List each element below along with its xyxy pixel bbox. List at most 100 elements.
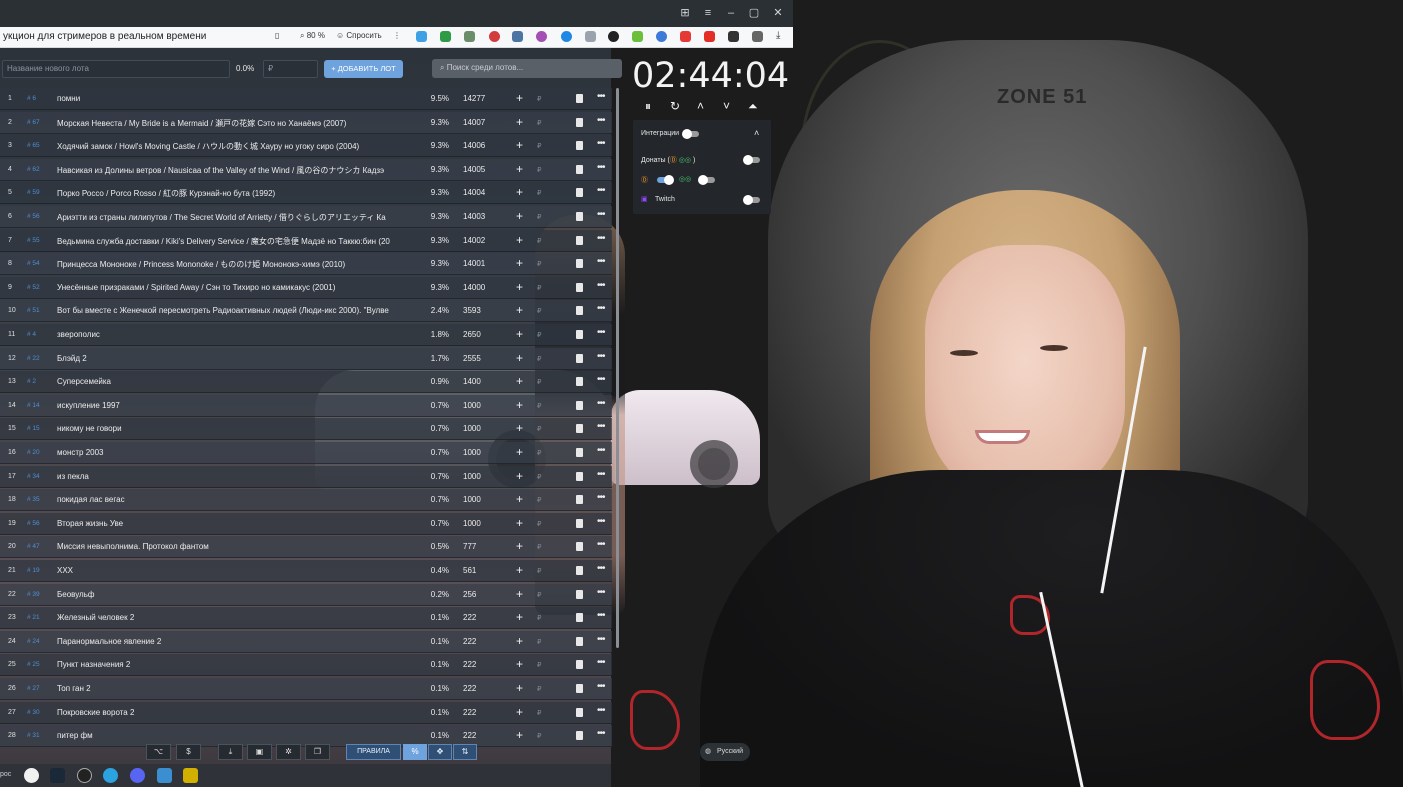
lot-row[interactable]: 5 # 59 Порко Россо / Porco Rosso / 紅の豚 Кур… xyxy=(0,182,612,205)
add-amount-button[interactable]: + xyxy=(516,469,523,483)
delete-icon[interactable] xyxy=(576,731,583,741)
lot-row[interactable]: 18 # 35 покидая лас вегас 0.7% 1000 + ₽ ••• xyxy=(0,489,612,512)
lot-name[interactable]: Ходячий замок / Howl's Moving Castle / ハ… xyxy=(57,141,416,152)
add-amount-button[interactable]: + xyxy=(516,492,523,506)
more-options-button[interactable]: ••• xyxy=(597,563,605,574)
add-amount-button[interactable]: + xyxy=(516,728,523,742)
add-amount-button[interactable]: + xyxy=(516,563,523,577)
extension-icon[interactable] xyxy=(656,31,667,42)
move-view-button[interactable]: ✥ xyxy=(428,744,452,760)
donations-toggle[interactable] xyxy=(743,155,760,165)
delete-icon[interactable] xyxy=(576,377,583,387)
maximize-button[interactable]: ▢ xyxy=(743,4,765,22)
lot-name[interactable]: монстр 2003 xyxy=(57,448,416,457)
extension-icon[interactable] xyxy=(489,31,500,42)
extension-icon[interactable] xyxy=(561,31,572,42)
lot-row[interactable]: 2 # 67 Морская Невеста / My Bride is a Mer… xyxy=(0,111,612,134)
more-options-button[interactable]: ••• xyxy=(597,728,605,739)
more-options-button[interactable]: ••• xyxy=(597,634,605,645)
add-amount-button[interactable]: + xyxy=(516,587,523,601)
lot-amount[interactable]: 1000 xyxy=(463,495,481,504)
obs-icon[interactable] xyxy=(77,768,92,783)
app-icon[interactable] xyxy=(183,768,198,783)
add-amount-button[interactable]: + xyxy=(516,374,523,388)
more-options-button[interactable]: ••• xyxy=(597,610,605,621)
lot-search-input[interactable]: ⌕ Поиск среди лотов... xyxy=(432,59,622,78)
more-options-button[interactable]: ••• xyxy=(597,233,605,244)
add-amount-button[interactable]: + xyxy=(516,91,523,105)
lot-amount[interactable]: 14003 xyxy=(463,212,485,221)
lot-row[interactable]: 8 # 54 Принцесса Мононоке / Princess Monon… xyxy=(0,253,612,276)
lot-row[interactable]: 20 # 47 Миссия невыполнима. Протокол фанто… xyxy=(0,536,612,559)
more-options-button[interactable]: ••• xyxy=(597,374,605,385)
percent-view-button[interactable]: % xyxy=(403,744,427,760)
delete-icon[interactable] xyxy=(576,518,583,528)
download-button[interactable]: ⤓ xyxy=(218,744,243,760)
volume-icon[interactable] xyxy=(585,31,596,42)
lot-amount[interactable]: 222 xyxy=(463,660,476,669)
lot-name[interactable]: Суперсемейка xyxy=(57,377,416,386)
delete-icon[interactable] xyxy=(576,282,583,292)
lot-row[interactable]: 16 # 20 монстр 2003 0.7% 1000 + ₽ ••• xyxy=(0,442,612,464)
add-amount-button[interactable]: + xyxy=(516,280,523,294)
lot-name[interactable]: Навсикая из Долины ветров / Nausicaa of … xyxy=(57,165,416,176)
lot-row[interactable]: 25 # 25 Пункт назначения 2 0.1% 222 + ₽ ••• xyxy=(0,654,612,677)
lot-amount[interactable]: 222 xyxy=(463,708,476,717)
lot-amount[interactable]: 1000 xyxy=(463,448,481,457)
lot-amount[interactable]: 1000 xyxy=(463,424,481,433)
add-amount-button[interactable]: + xyxy=(516,233,523,247)
add-amount-button[interactable]: + xyxy=(516,539,523,553)
extension-icon[interactable] xyxy=(536,31,547,42)
lot-amount[interactable]: 14277 xyxy=(463,94,485,103)
profile-icon[interactable]: ⊞ xyxy=(674,4,696,22)
add-amount-button[interactable]: + xyxy=(516,681,523,695)
lot-name[interactable]: Топ ган 2 xyxy=(57,684,416,693)
lot-name[interactable]: Беовульф xyxy=(57,590,416,599)
delete-icon[interactable] xyxy=(576,306,583,316)
lot-row[interactable]: 15 # 15 никому не говори 0.7% 1000 + ₽ ••• xyxy=(0,418,612,441)
lot-amount[interactable]: 14006 xyxy=(463,141,485,150)
more-options-button[interactable]: ••• xyxy=(597,256,605,267)
more-options-button[interactable]: ••• xyxy=(597,303,605,314)
lot-name[interactable]: Унесённые призраками / Spirited Away / С… xyxy=(57,283,416,292)
donationalerts-toggle[interactable] xyxy=(657,175,674,185)
vk-icon[interactable] xyxy=(512,31,523,42)
menu-icon[interactable]: ≡ xyxy=(697,4,719,22)
add-time-button[interactable]: ˄ xyxy=(697,99,704,113)
delete-icon[interactable] xyxy=(576,259,583,269)
telegram-icon[interactable] xyxy=(103,768,118,783)
lot-row[interactable]: 13 # 2 Суперсемейка 0.9% 1400 + ₽ ••• xyxy=(0,371,612,394)
list-scrollbar[interactable] xyxy=(616,88,619,648)
more-options-button[interactable]: ••• xyxy=(597,445,605,456)
reset-button[interactable]: ↻ xyxy=(670,99,680,113)
lot-amount[interactable]: 1000 xyxy=(463,401,481,410)
lot-name[interactable]: Морская Невеста / My Bride is a Mermaid … xyxy=(57,118,416,129)
add-amount-button[interactable]: + xyxy=(516,705,523,719)
add-amount-button[interactable]: + xyxy=(516,516,523,530)
lot-row[interactable]: 6 # 56 Ариэтти из страны лилипутов / The S… xyxy=(0,206,612,228)
pause-button[interactable]: ⏸ xyxy=(645,99,651,114)
lot-amount[interactable]: 222 xyxy=(463,637,476,646)
add-amount-button[interactable]: + xyxy=(516,185,523,199)
delete-icon[interactable] xyxy=(576,589,583,599)
delete-icon[interactable] xyxy=(576,566,583,575)
lot-name[interactable]: помни xyxy=(57,94,416,103)
lot-row[interactable]: 24 # 24 Паранормальное явление 2 0.1% 222 + ₽ •… xyxy=(0,630,612,653)
double-time-button[interactable]: ⏶ xyxy=(748,99,758,114)
lot-name[interactable]: из пекла xyxy=(57,472,416,481)
more-options-button[interactable]: ••• xyxy=(597,681,605,692)
add-amount-button[interactable]: + xyxy=(516,138,523,152)
more-options-button[interactable]: ••• xyxy=(597,421,605,432)
lot-row[interactable]: 17 # 34 из пекла 0.7% 1000 + ₽ ••• xyxy=(0,465,612,488)
app-icon[interactable] xyxy=(157,768,172,783)
discord-icon[interactable] xyxy=(130,768,145,783)
lot-amount[interactable]: 14002 xyxy=(463,236,485,245)
lot-name[interactable]: Ведьмина служба доставки / Kiki's Delive… xyxy=(57,236,416,247)
subtract-time-button[interactable]: ˅ xyxy=(723,99,730,113)
lot-amount[interactable]: 1000 xyxy=(463,519,481,528)
lot-amount[interactable]: 777 xyxy=(463,542,476,551)
more-options-button[interactable]: ••• xyxy=(597,398,605,409)
lot-row[interactable]: 10 # 51 Вот бы вместе с Женечкой пересмотр… xyxy=(0,300,612,323)
twitch-toggle[interactable] xyxy=(743,195,760,205)
add-amount-button[interactable]: + xyxy=(516,657,523,671)
